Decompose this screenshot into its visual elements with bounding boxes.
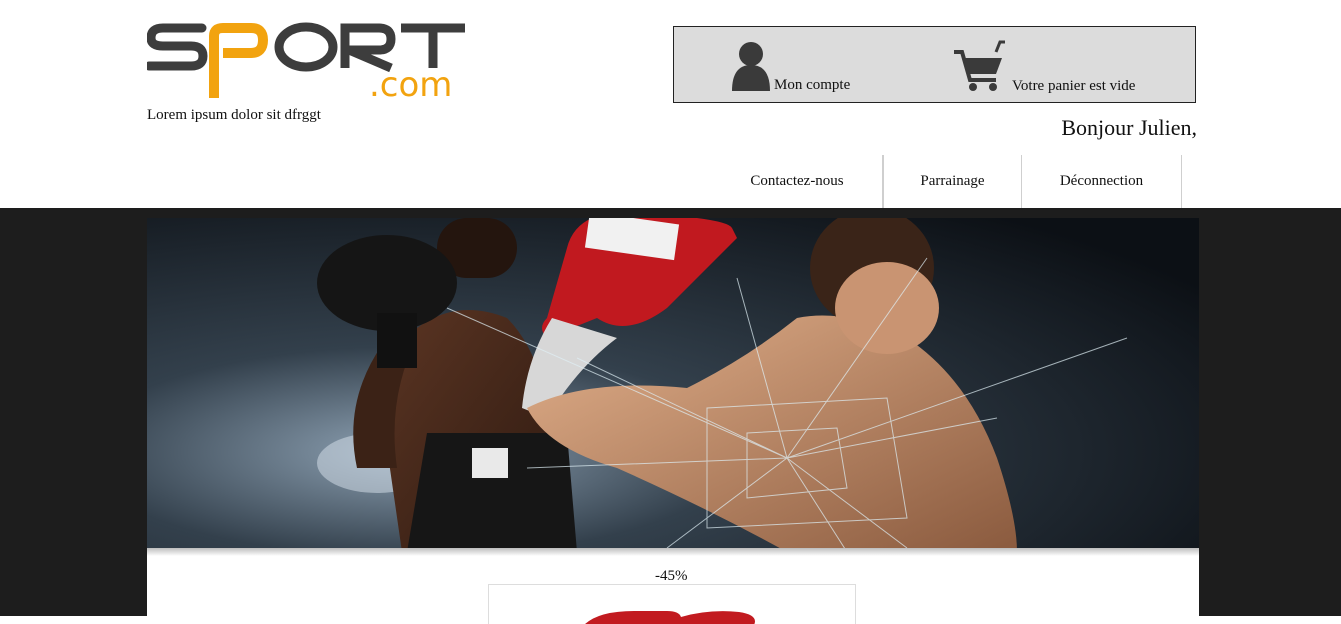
shopping-cart-icon [954, 40, 1005, 91]
hero-bottom-shadow [147, 548, 1199, 556]
user-greeting: Bonjour Julien, [1061, 115, 1197, 140]
sport-logo[interactable]: .com [147, 22, 467, 100]
main-content: -45% [147, 218, 1199, 624]
product-card[interactable] [488, 584, 856, 624]
product-image [585, 610, 755, 624]
tagline: Lorem ipsum dolor sit dfrggt [147, 107, 321, 123]
logo-sub-text: .com [369, 65, 452, 100]
cart-link[interactable]: Votre panier est vide [952, 37, 1135, 94]
my-account-label: Mon compte [774, 77, 851, 93]
user-icon [732, 42, 770, 91]
site-header: .com Lorem ipsum dolor sit dfrggt Mon co… [0, 0, 1341, 208]
cart-label: Votre panier est vide [1012, 78, 1136, 94]
discount-badge: -45% [655, 568, 688, 584]
top-nav: Contactez-nous Parrainage Déconnection [712, 155, 1182, 208]
nav-item-referral[interactable]: Parrainage [883, 155, 1022, 208]
nav-item-logout[interactable]: Déconnection [1022, 155, 1182, 208]
hero-banner-boxing-image[interactable] [147, 218, 1199, 552]
nav-item-contact[interactable]: Contactez-nous [712, 155, 883, 208]
my-account-link[interactable]: Mon compte [730, 37, 850, 93]
account-panel: Mon compte Votre panier est vide [673, 26, 1196, 103]
